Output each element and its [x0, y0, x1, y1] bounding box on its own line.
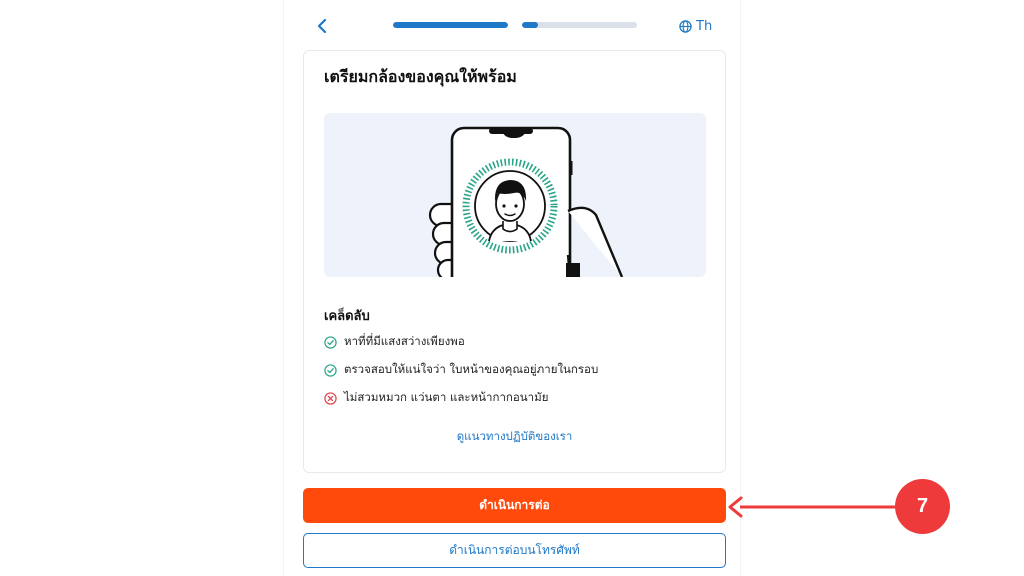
tips-title: เคล็ดลับ: [324, 309, 370, 324]
continue-button[interactable]: ดำเนินการต่อ: [303, 488, 726, 523]
tip-item: ตรวจสอบให้แน่ใจว่า ใบหน้าของคุณอยู่ภายใน…: [324, 361, 598, 379]
tip-text: ตรวจสอบให้แน่ใจว่า ใบหน้าของคุณอยู่ภายใน…: [344, 362, 599, 376]
card-title: เตรียมกล้องของคุณให้พร้อม: [324, 67, 517, 86]
step-badge: 7: [895, 479, 950, 534]
guidelines-link[interactable]: ดูแนวทางปฏิบัติของเรา: [304, 428, 725, 446]
language-label: Th: [696, 18, 713, 34]
globe-icon: [679, 19, 692, 33]
chevron-left-icon: [317, 18, 327, 34]
tip-text: ไม่สวมหมวก แว่นตา และหน้ากากอนามัย: [344, 390, 549, 404]
check-circle-icon: [324, 363, 337, 377]
progress-step-1-fill: [393, 22, 508, 28]
tip-item: ไม่สวมหมวก แว่นตา และหน้ากากอนามัย: [324, 389, 548, 407]
progress-step-1: [393, 22, 508, 28]
check-circle-icon: [324, 335, 337, 349]
callout-arrow: [728, 496, 902, 518]
language-selector[interactable]: Th: [679, 16, 712, 36]
continue-on-phone-button[interactable]: ดำเนินการต่อบนโทรศัพท์: [303, 533, 726, 568]
camera-prep-card: เตรียมกล้องของคุณให้พร้อม เคล็ดลับ หาที่…: [303, 50, 726, 473]
phone-face-scan-illustration: [324, 113, 706, 277]
tip-item: หาที่ที่มีแสงสว่างเพียงพอ: [324, 333, 465, 351]
tip-text: หาที่ที่มีแสงสว่างเพียงพอ: [344, 334, 465, 348]
x-circle-icon: [324, 391, 337, 405]
progress-step-2: [522, 22, 637, 28]
progress-step-2-fill: [522, 22, 539, 28]
back-button[interactable]: [312, 15, 332, 37]
